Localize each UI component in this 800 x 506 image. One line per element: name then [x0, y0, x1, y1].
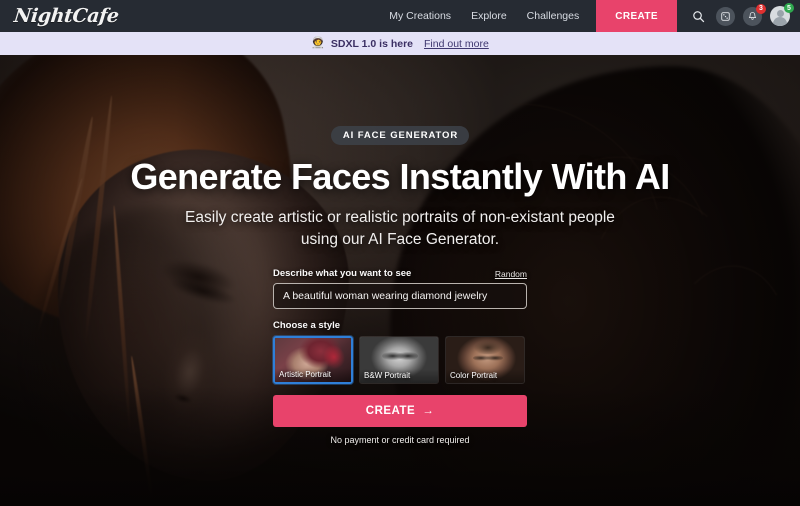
create-button-label: CREATE	[365, 404, 416, 417]
random-prompt-link[interactable]: Random	[495, 269, 527, 279]
style-label: Color Portrait	[446, 368, 524, 383]
announcement-text: SDXL 1.0 is here	[330, 37, 414, 50]
search-icon[interactable]	[689, 7, 708, 26]
hero-eyebrow-badge: AI FACE GENERATOR	[330, 126, 470, 145]
site-logo[interactable]: NightCafe	[13, 5, 120, 27]
page-title: Generate Faces Instantly With AI	[130, 156, 670, 197]
prompt-label: Describe what you want to see	[273, 267, 412, 279]
hero-content: AI FACE GENERATOR Generate Faces Instant…	[0, 55, 800, 506]
arrow-right-icon: →	[422, 404, 435, 417]
payment-disclaimer: No payment or credit card required	[330, 434, 470, 445]
style-card-bw-portrait[interactable]: B&W Portrait	[359, 335, 439, 384]
notification-badge: 3	[756, 3, 766, 14]
style-label: Artistic Portrait	[275, 367, 351, 382]
bell-icon[interactable]: 3	[743, 3, 766, 26]
styles-label: Choose a style	[273, 319, 341, 331]
credits-icon[interactable]	[716, 6, 735, 26]
nav-item-my-creations[interactable]: My Creations	[379, 0, 461, 32]
announcement-banner: 🧑‍🚀 SDXL 1.0 is here Find out more	[0, 32, 800, 55]
nav-item-explore[interactable]: Explore	[461, 0, 517, 32]
header-create-button[interactable]: CREATE	[596, 0, 677, 32]
credits-badge: 5	[784, 3, 794, 13]
hero-section: AI FACE GENERATOR Generate Faces Instant…	[0, 55, 800, 506]
style-card-color-portrait[interactable]: Color Portrait	[445, 335, 525, 384]
astronaut-rocket-icon: 🧑‍🚀	[311, 37, 326, 49]
primary-nav: My Creations Explore Challenges CREATE 3…	[379, 0, 800, 32]
style-selector: Artistic Portrait B&W Portrait Color Por…	[273, 335, 527, 384]
style-card-artistic-portrait[interactable]: Artistic Portrait	[273, 335, 353, 384]
prompt-input[interactable]	[273, 282, 527, 309]
nav-item-challenges[interactable]: Challenges	[517, 0, 590, 32]
hero-subheading: Easily create artistic or realistic port…	[185, 208, 615, 248]
top-navigation-bar: NightCafe My Creations Explore Challenge…	[0, 0, 800, 32]
generation-form: Describe what you want to see Random Cho…	[273, 268, 527, 445]
avatar[interactable]: 5	[770, 3, 794, 26]
header-icon-group: 3 5	[677, 3, 800, 26]
style-label: B&W Portrait	[360, 368, 438, 383]
create-button[interactable]: CREATE →	[273, 394, 527, 427]
find-out-more-link[interactable]: Find out more	[424, 38, 489, 50]
prompt-label-row: Describe what you want to see Random	[273, 268, 527, 279]
